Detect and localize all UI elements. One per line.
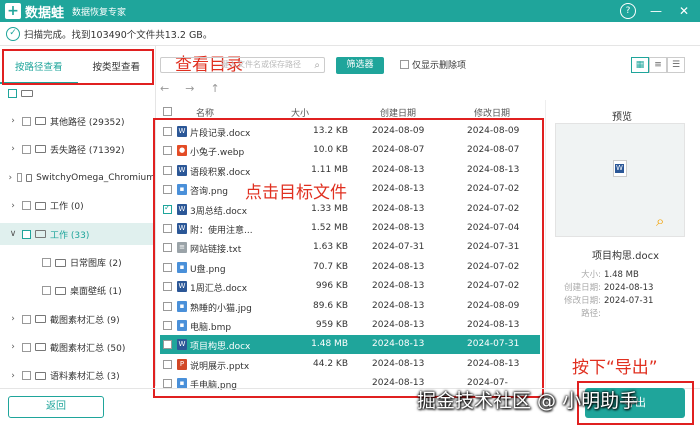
app-logo-icon: + <box>5 3 21 19</box>
tree-item[interactable]: › 丢失路径 (71392) <box>0 138 155 160</box>
tree-item-checkbox[interactable] <box>42 258 51 267</box>
expand-arrow-icon[interactable]: › <box>8 144 18 154</box>
preview-area <box>555 123 685 237</box>
tree-item-checkbox[interactable] <box>22 342 31 352</box>
drive-icon <box>21 90 33 97</box>
annotation-box-files <box>153 118 544 398</box>
folder-icon <box>35 315 46 324</box>
tree-item-label: 日常图库 (2) <box>70 259 122 269</box>
preview-path: 路径: <box>556 307 604 319</box>
folder-icon <box>35 201 46 210</box>
meta-label: 修改日期: <box>564 296 601 306</box>
tree-item-label: SwitchyOmega_Chromium <box>36 172 155 183</box>
title-bar: + 数据蛙 数据恢复专家 ? — ✕ <box>0 0 700 22</box>
tree-item-label: 其他路径 (29352) <box>50 117 125 128</box>
annotation-box-tabs <box>2 49 154 85</box>
only-deleted-toggle[interactable]: 仅显示删除项 <box>400 58 466 71</box>
tree-item[interactable]: 日常图库 (2) <box>0 252 155 274</box>
expand-arrow-icon[interactable]: ∨ <box>8 229 18 239</box>
tree-item-label: 工作 (33) <box>50 230 90 241</box>
preview-filename: 项目构思.docx <box>592 251 660 262</box>
check-circle-icon: ✓ <box>6 26 20 41</box>
folder-icon <box>35 145 46 154</box>
meta-label: 大小: <box>581 270 601 280</box>
watermark: 掘金技术社区 @ 小明助手 <box>417 390 639 412</box>
search-placeholder: 键入文件名或保存路径 <box>221 60 301 69</box>
tree-item-checkbox[interactable] <box>22 116 31 126</box>
only-deleted-label: 仅显示删除项 <box>412 61 467 71</box>
expand-arrow-icon[interactable]: › <box>8 201 18 211</box>
only-deleted-checkbox[interactable] <box>400 60 409 69</box>
expand-arrow-icon[interactable]: › <box>8 116 18 126</box>
search-icon[interactable]: ⌕ <box>314 59 320 73</box>
zoom-icon[interactable]: ⌕ <box>656 212 664 230</box>
up-arrow-icon[interactable]: ↑ <box>210 82 219 95</box>
close-button[interactable]: ✕ <box>676 3 692 19</box>
help-button[interactable]: ? <box>620 3 636 19</box>
forward-arrow-icon[interactable]: → <box>185 82 194 95</box>
tree-item[interactable]: 桌面壁纸 (1) <box>0 280 155 302</box>
annotation-press-export: 按下“导出” <box>572 358 658 378</box>
list-view-icon[interactable]: ≡ <box>649 57 667 73</box>
back-button[interactable]: 返回 <box>8 396 104 418</box>
tree-item-label: 桌面壁纸 (1) <box>70 287 122 298</box>
filter-button[interactable]: 筛选器 <box>336 57 384 74</box>
folder-icon <box>35 117 46 125</box>
preview-size: 大小: 1.48 MB <box>556 268 639 280</box>
folder-icon <box>25 173 33 182</box>
expand-arrow-icon[interactable]: › <box>8 342 18 352</box>
minimize-button[interactable]: — <box>648 3 664 19</box>
folder-icon <box>35 343 46 352</box>
tree-item[interactable]: › 截图素材汇总 (9) <box>0 308 155 330</box>
tree-item-checkbox[interactable] <box>22 229 31 239</box>
select-all-checkbox[interactable] <box>163 107 172 116</box>
annotation-click-file: 点击目标文件 <box>245 183 347 203</box>
folder-icon <box>55 286 66 295</box>
tree-item[interactable]: › 截图素材汇总 (50) <box>0 336 155 358</box>
tree-item-label: 截图素材汇总 (9) <box>50 315 120 326</box>
folder-icon <box>35 230 46 239</box>
preview-title: 预览 <box>612 112 632 123</box>
meta-label: 路径: <box>581 309 601 319</box>
tree-item-label: 截图素材汇总 (50) <box>50 343 126 354</box>
detail-view-icon[interactable]: ☰ <box>667 57 685 73</box>
tree-item-label: 语料素材汇总 (3) <box>50 372 120 383</box>
tree-item-checkbox[interactable] <box>22 314 31 324</box>
search-input[interactable]: 键入文件名或保存路径 ⌕ <box>160 57 325 73</box>
tree-root[interactable] <box>8 89 33 98</box>
scan-status-bar: ✓ 扫描完成。找到103490个文件共13.2 GB。 <box>0 22 700 46</box>
nav-buttons: ← → ↑ <box>160 82 220 95</box>
grid-view-icon[interactable]: ▦ <box>631 57 649 73</box>
preview-modified: 修改日期: 2024-07-31 <box>556 294 653 306</box>
divider <box>545 100 546 390</box>
expand-arrow-icon[interactable]: › <box>8 173 13 183</box>
tree-item-checkbox[interactable] <box>16 173 22 183</box>
tree-item-checkbox[interactable] <box>22 201 31 211</box>
tree-item-checkbox[interactable] <box>22 371 31 381</box>
tree-item[interactable]: › 语料素材汇总 (3) <box>0 365 155 387</box>
tree-item[interactable]: › SwitchyOmega_Chromium <box>0 167 155 189</box>
folder-icon <box>55 258 66 267</box>
tree-item-label: 工作 (0) <box>50 202 84 213</box>
back-arrow-icon[interactable]: ← <box>160 82 169 95</box>
app-name: 数据蛙 <box>25 5 65 21</box>
word-document-icon <box>613 160 627 177</box>
expand-arrow-icon[interactable]: › <box>8 314 18 324</box>
view-switcher: ▦ ≡ ☰ <box>631 57 685 73</box>
tree-root-checkbox[interactable] <box>8 89 17 98</box>
tree-item[interactable]: ∨ 工作 (33) <box>0 223 155 246</box>
tree-item[interactable]: › 其他路径 (29352) <box>0 110 155 132</box>
expand-arrow-icon[interactable]: › <box>8 371 18 381</box>
app-subtitle: 数据恢复专家 <box>72 7 127 18</box>
tree-item-checkbox[interactable] <box>22 144 31 154</box>
scan-status-text: 扫描完成。找到103490个文件共13.2 GB。 <box>24 29 213 41</box>
preview-created: 创建日期: 2024-08-13 <box>556 281 653 293</box>
folder-icon <box>35 371 46 380</box>
meta-label: 创建日期: <box>564 283 601 293</box>
tree-item[interactable]: › 工作 (0) <box>0 195 155 217</box>
tree-item-label: 丢失路径 (71392) <box>50 145 125 156</box>
tree-item-checkbox[interactable] <box>42 286 51 296</box>
